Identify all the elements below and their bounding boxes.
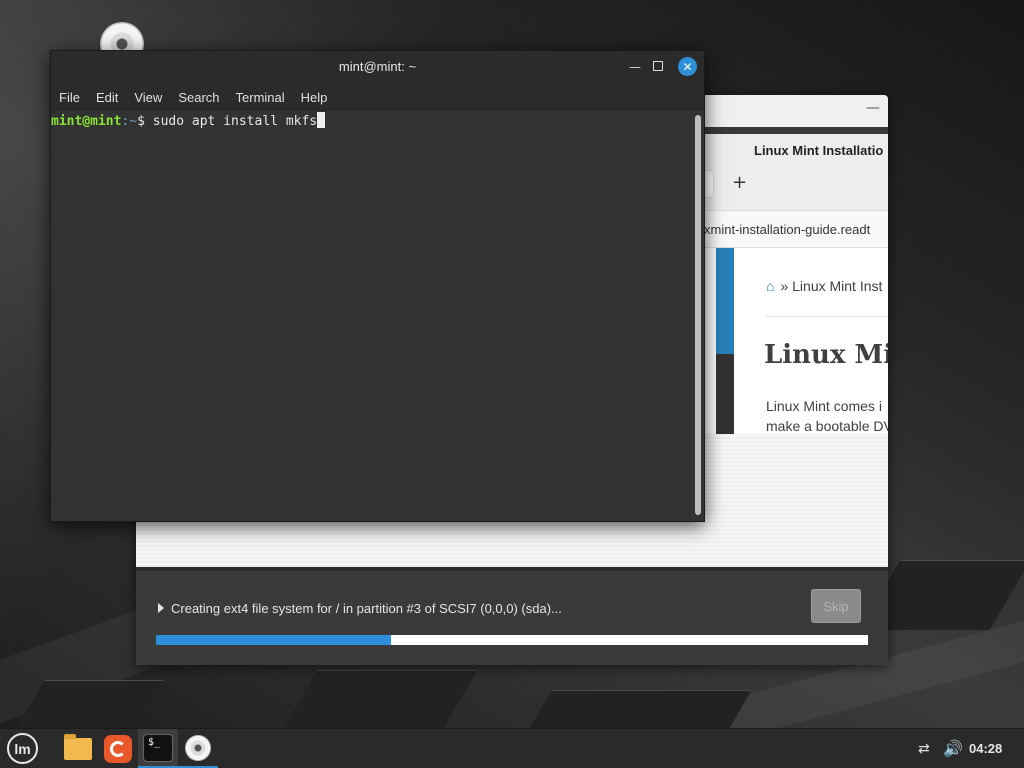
volume-icon[interactable]: 🔊 (943, 739, 963, 758)
terminal-output[interactable]: mint@mint:~$ sudo apt install mkfs (51, 111, 704, 521)
menu-file[interactable]: File (59, 90, 80, 105)
clock[interactable]: 04:28 (969, 741, 1002, 756)
terminal-command-line[interactable]: mint@mint:~$ sudo apt install mkfs (51, 112, 326, 129)
background-shape (282, 670, 478, 728)
terminal-title: mint@mint: ~ (338, 59, 417, 74)
docs-sidebar-dark (716, 354, 734, 434)
menu-help[interactable]: Help (301, 90, 328, 105)
browser-window-title: Linux Mint Installatio (754, 143, 884, 158)
menu-search[interactable]: Search (178, 90, 219, 105)
terminal-taskbar-button[interactable]: $_ (138, 729, 178, 768)
docs-paragraph-line: Linux Mint comes i (766, 398, 882, 414)
terminal-titlebar[interactable]: mint@mint: ~ — ✕ (51, 51, 704, 83)
new-tab-icon: + (732, 172, 748, 193)
typed-command: sudo apt install mkfs (152, 114, 318, 129)
minimize-icon[interactable]: — (627, 59, 643, 75)
docs-breadcrumb: ⌂ » Linux Mint Inst (766, 278, 882, 294)
skip-button[interactable]: Skip (811, 589, 861, 623)
menu-view[interactable]: View (134, 90, 162, 105)
terminal-icon: $_ (143, 734, 173, 762)
expand-triangle-icon[interactable] (158, 603, 164, 613)
docs-paragraph-line: make a bootable DV (766, 418, 888, 434)
docs-sidebar (716, 248, 734, 354)
installer-taskbar-button[interactable] (178, 729, 218, 768)
browser-url: xmint-installation-guide.readt (704, 222, 871, 237)
mint-menu-icon: lm (7, 733, 38, 764)
taskbar: lm $_ ⇄ 🔊 04:28 (0, 728, 1024, 768)
close-icon[interactable]: ✕ (678, 57, 697, 76)
install-status[interactable]: Creating ext4 file system for / in parti… (158, 601, 562, 616)
disc-icon (185, 735, 211, 761)
prompt-path: :~ (121, 114, 138, 129)
divider (766, 316, 888, 317)
breadcrumb-text: » Linux Mint Inst (780, 278, 883, 294)
minimize-icon[interactable]: — (866, 101, 880, 117)
maximize-icon[interactable] (653, 61, 663, 71)
prompt-symbol: $ (137, 114, 153, 129)
prompt-user: mint@mint (51, 114, 122, 129)
network-icon[interactable]: ⇄ (918, 741, 930, 757)
text-cursor (317, 112, 326, 128)
installer-footer: Creating ext4 file system for / in parti… (136, 571, 888, 665)
install-progress-bar (156, 635, 868, 645)
firefox-launcher[interactable] (98, 729, 138, 768)
terminal-window: mint@mint: ~ — ✕ File Edit View Search T… (50, 50, 705, 522)
docs-paragraph: Linux Mint comes i make a bootable DV (766, 396, 888, 434)
background-shape (528, 690, 752, 728)
terminal-menubar: File Edit View Search Terminal Help (51, 83, 704, 111)
install-status-text: Creating ext4 file system for / in parti… (171, 601, 562, 616)
menu-edit[interactable]: Edit (96, 90, 118, 105)
terminal-scrollbar[interactable] (695, 115, 701, 515)
install-progress-fill (156, 635, 391, 645)
firefox-icon (104, 735, 132, 763)
docs-heading: Linux Min (764, 340, 888, 370)
files-launcher[interactable] (58, 729, 98, 768)
home-icon: ⌂ (766, 278, 775, 294)
start-menu-button[interactable]: lm (0, 729, 44, 768)
menu-terminal[interactable]: Terminal (236, 90, 285, 105)
folder-icon (64, 734, 92, 760)
